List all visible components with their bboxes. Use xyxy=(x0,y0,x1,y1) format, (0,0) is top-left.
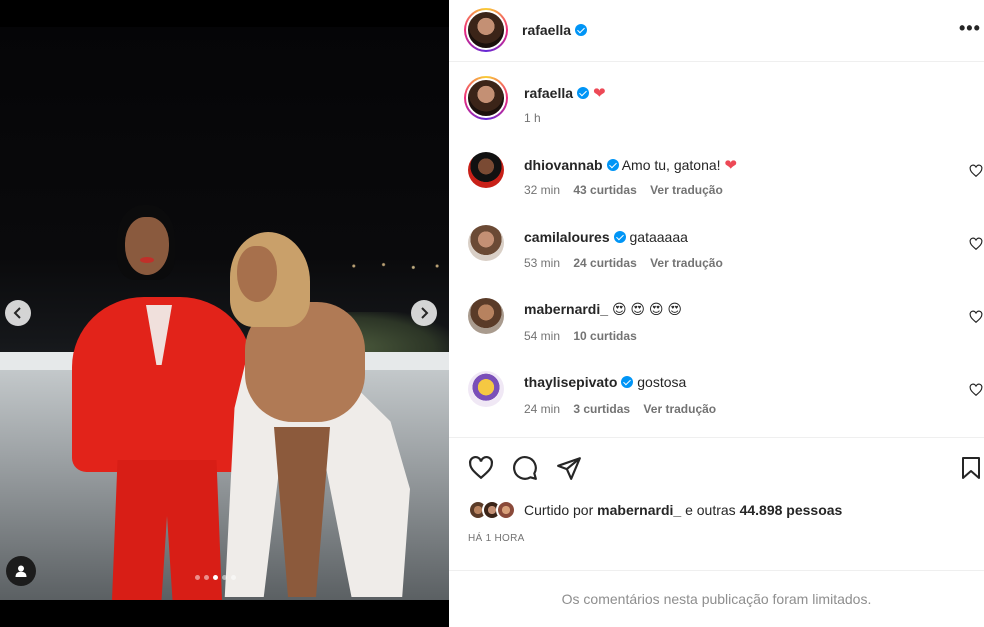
comment-username[interactable]: camilaloures xyxy=(524,229,610,245)
comment-avatar[interactable] xyxy=(468,225,504,261)
comment-avatar[interactable] xyxy=(468,298,504,334)
comment-likes[interactable]: 10 curtidas xyxy=(573,329,636,343)
comment-text: Amo tu, gatona! xyxy=(621,157,721,173)
tagged-users-button[interactable] xyxy=(6,556,36,586)
comment-time[interactable]: 53 min xyxy=(524,256,560,270)
comment-line: dhiovannab Amo tu, gatona! ❤ xyxy=(524,156,737,174)
comment-meta: 54 min 10 curtidas xyxy=(524,329,647,343)
post-timestamp[interactable]: HÁ 1 HORA xyxy=(468,533,525,544)
comment-meta: 24 min 3 curtidas Ver tradução xyxy=(524,402,726,416)
white-woman-face xyxy=(237,246,277,302)
carousel-dot xyxy=(204,575,209,580)
post-action-bar xyxy=(449,437,984,497)
comment-meta: 53 min 24 curtidas Ver tradução xyxy=(524,256,733,270)
carousel-dot-active xyxy=(213,575,218,580)
author-avatar[interactable] xyxy=(464,8,508,52)
carousel-prev-button[interactable] xyxy=(5,300,31,326)
comment-text: gostosa xyxy=(637,374,687,390)
comment-like-heart-icon[interactable] xyxy=(969,164,983,178)
comment-avatar[interactable] xyxy=(468,371,504,407)
comment-avatar[interactable] xyxy=(468,152,504,188)
comment-username[interactable]: mabernardi_ xyxy=(524,301,608,317)
chevron-left-icon xyxy=(13,307,21,319)
carousel-indicator xyxy=(195,575,236,580)
comment-bubble-icon[interactable] xyxy=(512,455,538,481)
comment-emoji: ❤ xyxy=(724,157,737,174)
post-side-panel: rafaella ••• rafaella ❤ 1 h dhiovannab A… xyxy=(449,0,984,627)
comment-like-heart-icon[interactable] xyxy=(969,383,983,397)
comment-time[interactable]: 32 min xyxy=(524,183,560,197)
likes-text: Curtido por mabernardi_ e outras 44.898 … xyxy=(524,502,842,518)
see-translation-link[interactable]: Ver tradução xyxy=(650,183,723,197)
comment-likes[interactable]: 43 curtidas xyxy=(573,183,636,197)
comment-time[interactable]: 54 min xyxy=(524,329,560,343)
see-translation-link[interactable]: Ver tradução xyxy=(643,402,716,416)
likes-prefix: Curtido por xyxy=(524,502,594,518)
carousel-dot xyxy=(195,575,200,580)
verified-badge-icon xyxy=(575,24,588,36)
caption-line: rafaella ❤ xyxy=(524,84,606,102)
share-paper-plane-icon[interactable] xyxy=(556,455,582,481)
post-header: rafaella ••• xyxy=(449,0,984,62)
comment-likes[interactable]: 3 curtidas xyxy=(573,402,630,416)
liker-avatar xyxy=(496,500,516,520)
post-media xyxy=(0,0,449,627)
comment-line: mabernardi_ 😍 😍 😍 😍 xyxy=(524,301,682,318)
carousel-dot xyxy=(222,575,227,580)
comment-username[interactable]: dhiovannab xyxy=(524,157,603,173)
author-username-wrap: rafaella xyxy=(522,22,588,38)
comment-text: gataaaaa xyxy=(629,229,688,245)
like-heart-icon[interactable] xyxy=(468,455,494,481)
comments-limited-notice: Os comentários nesta publicação foram li… xyxy=(449,570,984,627)
verified-badge-icon xyxy=(606,159,619,171)
comment-likes[interactable]: 24 curtidas xyxy=(573,256,636,270)
comment-text: 😍 😍 😍 😍 xyxy=(611,301,682,317)
comment-username[interactable]: thaylisepivato xyxy=(524,374,617,390)
comment-time[interactable]: 24 min xyxy=(524,402,560,416)
caption-text: ❤ xyxy=(592,85,606,102)
save-bookmark-icon[interactable] xyxy=(959,455,983,481)
see-translation-link[interactable]: Ver tradução xyxy=(650,256,723,270)
carousel-next-button[interactable] xyxy=(411,300,437,326)
author-username[interactable]: rafaella xyxy=(522,22,571,38)
red-woman-lips xyxy=(140,257,154,263)
comment-line: thaylisepivato gostosa xyxy=(524,374,686,390)
caption-meta: 1 h xyxy=(524,111,551,125)
comment-line: camilaloures gataaaaa xyxy=(524,229,688,245)
carousel-dot xyxy=(231,575,236,580)
more-options-icon[interactable]: ••• xyxy=(959,18,981,39)
verified-badge-icon xyxy=(621,376,634,388)
likes-count[interactable]: 44.898 pessoas xyxy=(740,502,843,518)
caption-avatar[interactable] xyxy=(464,76,508,120)
woman-in-white-dress xyxy=(205,232,415,600)
verified-badge-icon xyxy=(613,231,626,243)
likes-summary: Curtido por mabernardi_ e outras 44.898 … xyxy=(468,499,842,521)
likes-suffix: e outras xyxy=(685,502,736,518)
comment-like-heart-icon[interactable] xyxy=(969,237,983,251)
post-photo[interactable] xyxy=(0,27,449,600)
user-icon xyxy=(15,565,27,577)
comment-like-heart-icon[interactable] xyxy=(969,310,983,324)
caption-username[interactable]: rafaella xyxy=(524,85,573,101)
red-woman-face xyxy=(125,217,169,275)
comment-meta: 32 min 43 curtidas Ver tradução xyxy=(524,183,733,197)
verified-badge-icon xyxy=(577,87,590,99)
likes-user[interactable]: mabernardi_ xyxy=(597,502,681,518)
caption-time[interactable]: 1 h xyxy=(524,111,541,125)
chevron-right-icon xyxy=(421,307,429,319)
